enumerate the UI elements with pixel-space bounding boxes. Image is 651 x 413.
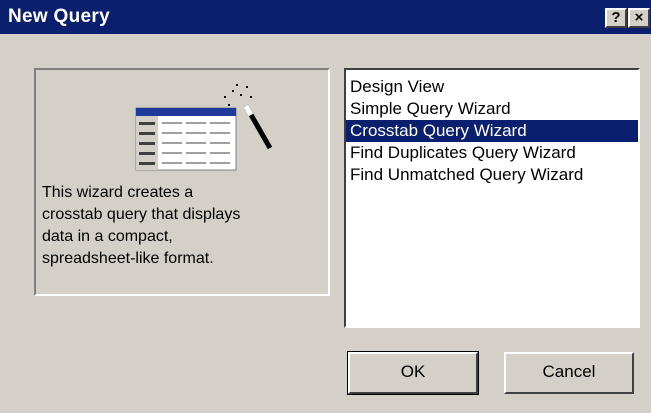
wizard-preview-panel: This wizard creates a crosstab query tha… [34, 68, 330, 296]
dialog-title: New Query [8, 6, 110, 27]
list-item-simple-query-wizard[interactable]: Simple Query Wizard [346, 98, 638, 120]
cancel-button[interactable]: Cancel [504, 352, 634, 394]
title-bar[interactable]: New Query ? × [0, 0, 651, 34]
ok-button[interactable]: OK [347, 351, 479, 395]
crosstab-wizard-icon [135, 84, 273, 171]
query-type-list[interactable]: Design View Simple Query Wizard Crosstab… [344, 68, 640, 328]
help-button[interactable]: ? [605, 8, 627, 28]
new-query-dialog: New Query ? × This wizard creates a cros… [0, 0, 651, 413]
list-item-crosstab-query-wizard[interactable]: Crosstab Query Wizard [346, 120, 638, 142]
close-button[interactable]: × [628, 8, 650, 28]
list-item-design-view[interactable]: Design View [346, 76, 638, 98]
grid-icon [135, 107, 237, 171]
sparkle-icon [224, 84, 252, 106]
list-item-find-unmatched-query-wizard[interactable]: Find Unmatched Query Wizard [346, 164, 638, 186]
magic-wand-icon [243, 104, 273, 150]
list-item-find-duplicates-query-wizard[interactable]: Find Duplicates Query Wizard [346, 142, 638, 164]
wizard-description: This wizard creates a crosstab query tha… [42, 184, 241, 267]
